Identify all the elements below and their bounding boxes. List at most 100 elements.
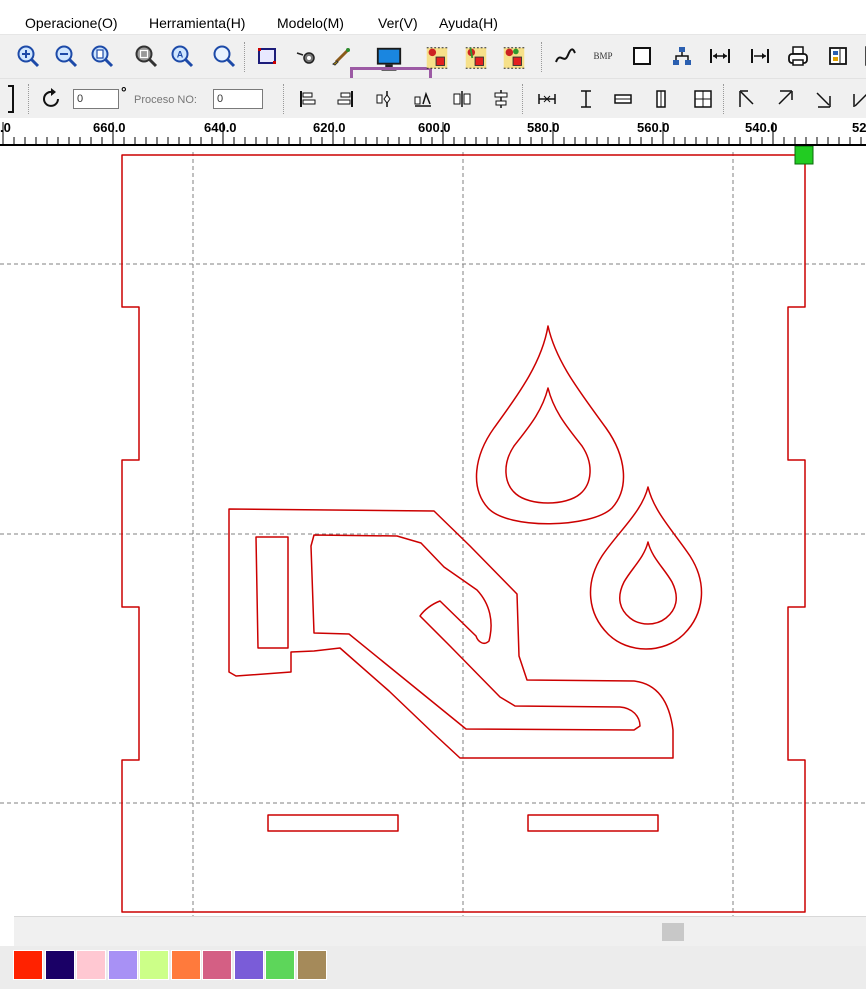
bmp-import-button[interactable]: BMP: [589, 42, 617, 70]
center-vertical-button[interactable]: [487, 85, 515, 113]
large-drop-outer: [475, 325, 625, 525]
print-button[interactable]: [784, 42, 812, 70]
horizontal-spacing-button[interactable]: [706, 42, 734, 70]
rectangle-tool-button[interactable]: [628, 42, 656, 70]
ruler-label: 540.0: [745, 120, 778, 135]
arrow-down-left-icon: [853, 93, 866, 107]
align-right-button[interactable]: [746, 42, 774, 70]
tree-tool-button[interactable]: [668, 42, 696, 70]
vertical-bar-button[interactable]: [647, 85, 675, 113]
arrow-up-right-icon: [778, 90, 793, 105]
toolbar-separator: [283, 84, 285, 114]
align-left-edge-button[interactable]: [294, 85, 322, 113]
curve-tool-button[interactable]: [551, 42, 579, 70]
small-drop-inner: [618, 541, 678, 625]
color-swatch[interactable]: [76, 950, 106, 980]
color-swatch[interactable]: [170, 950, 201, 980]
hand-outer: [228, 508, 674, 759]
arrow-up-left-icon: [739, 90, 754, 107]
color-swatch[interactable]: [139, 950, 169, 980]
zoom-out-button[interactable]: [52, 42, 80, 70]
rotate-button[interactable]: [38, 85, 66, 113]
scrollbar-thumb[interactable]: [662, 923, 684, 941]
color-swatch[interactable]: [44, 950, 75, 980]
toolbar-separator: [522, 84, 524, 114]
toolbar-overflow-button[interactable]: [856, 42, 866, 70]
layers-button[interactable]: [824, 42, 852, 70]
bmp-label: BMP: [593, 51, 613, 61]
zoom-all-button[interactable]: A: [168, 42, 196, 70]
color-swatch[interactable]: [233, 950, 264, 980]
mirror-horizontal-icon: [453, 91, 471, 107]
menu-ver[interactable]: Ver(V): [378, 14, 418, 32]
arrow-down-right-button[interactable]: [809, 85, 837, 113]
wrist-slot: [255, 536, 289, 649]
drawing-canvas[interactable]: [0, 146, 866, 916]
horizontal-bar-icon: [614, 94, 632, 104]
zoom-page-button[interactable]: [88, 42, 116, 70]
node-add-icon: [465, 47, 487, 69]
color-swatch[interactable]: [296, 950, 327, 980]
arrow-down-right-icon: [816, 92, 831, 108]
layers-icon: [829, 47, 847, 65]
color-swatch[interactable]: [13, 950, 43, 980]
rotation-angle-input[interactable]: 0: [73, 89, 119, 109]
color-palette: [0, 946, 866, 989]
toolbar-separator: [244, 42, 246, 72]
degree-symbol: °: [121, 84, 127, 100]
zoom-previous-button[interactable]: [210, 42, 238, 70]
zoom-window-button[interactable]: [132, 42, 160, 70]
horizontal-spacing-icon: [710, 49, 730, 63]
menu-operacione[interactable]: Operacione(O): [25, 14, 118, 32]
hand-inner: [310, 534, 641, 731]
rotate-icon: [43, 88, 59, 107]
zoom-in-button[interactable]: [14, 42, 42, 70]
selection-handle: [794, 146, 814, 165]
grid-icon: [694, 90, 712, 108]
ruler-label: 660.0: [93, 120, 126, 135]
ruler-label: .0: [0, 120, 11, 135]
center-horizontal-button[interactable]: [371, 85, 399, 113]
align-left-edge-icon: [300, 91, 316, 107]
point-tool-button[interactable]: [292, 42, 320, 70]
distribute-horizontal-button[interactable]: [409, 85, 437, 113]
arrow-down-left-button[interactable]: [845, 85, 866, 113]
color-swatch[interactable]: [107, 950, 138, 980]
align-right-edge-button[interactable]: [331, 85, 359, 113]
svg-text:A: A: [177, 50, 184, 60]
horizontal-bar-button[interactable]: [609, 85, 637, 113]
same-height-button[interactable]: [572, 85, 600, 113]
arrow-up-right-button[interactable]: [771, 85, 799, 113]
brush-tool-button[interactable]: [327, 42, 355, 70]
node-edit-button-2[interactable]: [462, 44, 490, 72]
proceso-number-input[interactable]: 0: [213, 89, 263, 109]
node-edit-button-1[interactable]: [423, 44, 451, 72]
center-vertical-icon: [494, 90, 508, 108]
ruler-label: 620.0: [313, 120, 346, 135]
menu-modelo[interactable]: Modelo(M): [277, 14, 344, 32]
color-swatch[interactable]: [265, 950, 295, 980]
menu-ayuda[interactable]: Ayuda(H): [439, 14, 498, 32]
arrow-up-left-button[interactable]: [733, 85, 761, 113]
printer-icon: [788, 46, 808, 66]
rectangle-select-icon: [258, 48, 276, 64]
bottom-slot-right: [527, 814, 659, 832]
grid-button[interactable]: [689, 85, 717, 113]
curve-icon: [555, 48, 576, 63]
same-height-icon: [581, 90, 591, 108]
color-swatch[interactable]: [202, 950, 232, 980]
menu-bar: Operacione(O) Herramienta(H) Modelo(M) V…: [0, 0, 866, 34]
node-edit-button-3[interactable]: [500, 44, 528, 72]
node-edit-icon: [426, 47, 448, 69]
rectangle-select-button[interactable]: [253, 42, 281, 70]
bottom-slot-left: [267, 814, 399, 832]
point-tool-icon: [296, 52, 315, 64]
mirror-horizontal-button[interactable]: [448, 85, 476, 113]
tree-icon: [673, 47, 691, 65]
zoom-all-icon: A: [171, 45, 194, 68]
menu-herramienta[interactable]: Herramienta(H): [149, 14, 245, 32]
horizontal-scrollbar[interactable]: [14, 916, 866, 947]
same-width-button[interactable]: [533, 85, 561, 113]
same-width-icon: [538, 94, 556, 104]
ruler-label: 560.0: [637, 120, 670, 135]
